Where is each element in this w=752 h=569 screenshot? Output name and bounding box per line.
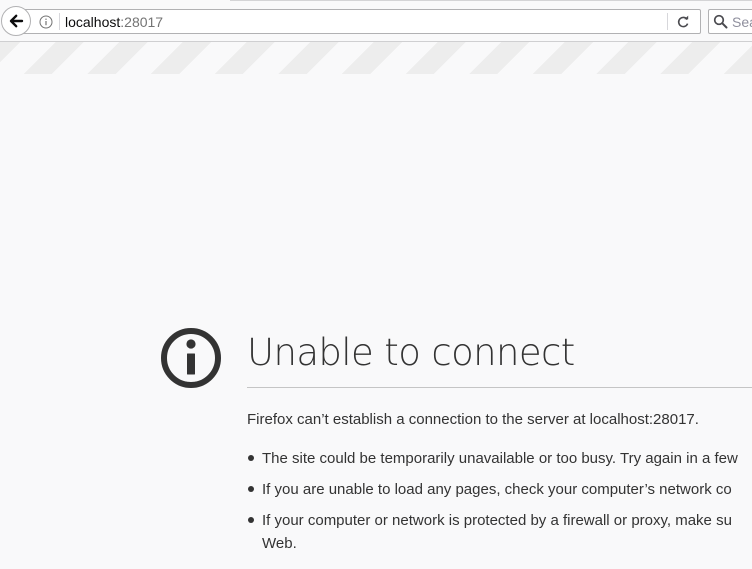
list-item-text: The site could be temporarily unavailabl… xyxy=(262,450,738,467)
list-item: If you are unable to load any pages, che… xyxy=(247,478,752,501)
url-text[interactable]: localhost:28017 xyxy=(65,13,163,31)
magnifier-icon xyxy=(713,14,728,29)
list-item: The site could be temporarily unavailabl… xyxy=(247,447,752,470)
reload-icon xyxy=(677,15,689,28)
reload-button[interactable] xyxy=(673,13,693,31)
list-item: If your computer or network is protected… xyxy=(247,509,752,555)
info-icon[interactable] xyxy=(38,14,53,29)
browser-toolbar: localhost:28017 Sea xyxy=(0,0,752,42)
error-stripe-banner xyxy=(0,42,752,74)
error-title: Unable to connect xyxy=(247,331,575,374)
reload-separator xyxy=(667,13,668,30)
title-divider xyxy=(247,387,752,388)
info-circle-icon xyxy=(161,328,221,388)
url-port: :28017 xyxy=(120,14,164,30)
list-item-continuation: Web. xyxy=(262,535,297,552)
error-description: Firefox can’t establish a connection to … xyxy=(247,411,699,428)
url-host: localhost xyxy=(65,14,121,30)
url-bar-separator xyxy=(59,13,60,30)
search-bar[interactable]: Sea xyxy=(708,9,752,34)
tab-strip-edge xyxy=(230,0,752,1)
back-button[interactable] xyxy=(1,6,31,36)
list-item-text: If your computer or network is protected… xyxy=(262,512,732,529)
arrow-left-icon xyxy=(9,14,24,28)
list-item-text: If you are unable to load any pages, che… xyxy=(262,481,732,498)
url-bar[interactable]: localhost:28017 xyxy=(20,9,701,34)
search-input[interactable]: Sea xyxy=(732,13,752,31)
error-suggestion-list: The site could be temporarily unavailabl… xyxy=(247,447,752,555)
